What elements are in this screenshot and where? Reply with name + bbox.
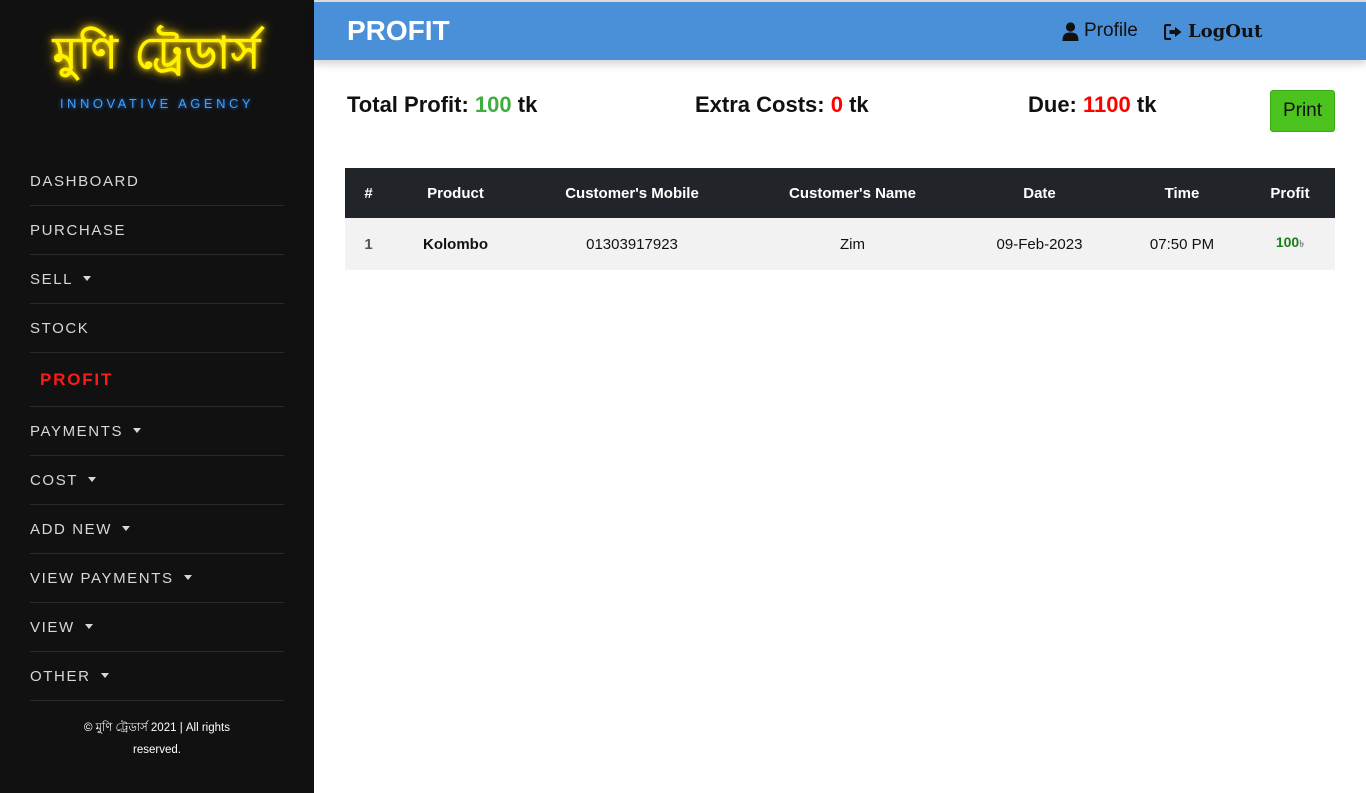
sidebar-item-label: VIEW [30,618,75,636]
row-time: 07:50 PM [1149,235,1215,253]
sidebar-item-other[interactable]: OTHER [30,652,284,701]
extra-costs-value: 0 [830,92,843,117]
sidebar-item-stock[interactable]: STOCK [30,304,284,353]
sidebar-item-label: OTHER [30,667,91,685]
unit-label: tk [849,92,869,117]
column-header: Product [427,184,484,202]
brand-logo[interactable]: মুণি ট্রেডার্স INNOVATIVE AGENCY [0,24,314,111]
total-profit-label: Total Profit: [347,92,469,117]
sidebar-item-label: SELL [30,270,74,288]
unit-label: tk [517,92,538,117]
print-button[interactable]: Print [1270,90,1335,132]
sidebar: মুণি ট্রেডার্স INNOVATIVE AGENCY DASHBOA… [0,0,314,793]
column-header: Customer's Mobile [565,184,699,202]
total-profit-value: 100 [474,92,512,117]
row-date: 09-Feb-2023 [996,235,1083,253]
sidebar-item-sell[interactable]: SELL [30,255,284,304]
sidebar-item-payments[interactable]: PAYMENTS [30,407,284,456]
brand-tagline: INNOVATIVE AGENCY [59,96,255,111]
row-profit-value: 100 [1275,234,1300,250]
sidebar-item-profit[interactable]: PROFIT [30,353,284,407]
footer-copyright: © মুণি ট্রেডার্স 2021 | All rights [84,722,230,734]
top-header: PROFIT Profile LogOut [314,0,1366,60]
row-customer-name: Zim [840,235,865,253]
sidebar-item-label: STOCK [30,319,90,337]
row-mobile: 01303917923 [586,235,678,253]
due-value: 1100 [1083,92,1131,117]
caret-down-icon [183,574,192,580]
sidebar-item-purchase[interactable]: PURCHASE [30,206,284,255]
caret-down-icon [84,623,93,629]
sign-out-icon [1164,23,1182,40]
sidebar-item-label: ADD NEW [30,520,113,538]
currency-symbol: ৳ [1299,239,1305,250]
sidebar-item-view-payments[interactable]: VIEW PAYMENTS [30,554,284,603]
unit-label: tk [1136,92,1157,117]
sidebar-item-label: PROFIT [40,369,114,389]
caret-down-icon [133,427,142,433]
logout-label: LogOut [1188,21,1263,42]
sidebar-item-label: COST [30,471,79,489]
table-row: 1 Kolombo 01303917923 Zim 09-Feb-2023 07… [345,218,1335,270]
column-header: # [364,184,373,202]
sidebar-footer: © মুণি ট্রেডার্স 2021 | All rights reser… [0,717,314,761]
row-profit: 100৳ [1245,218,1335,270]
sidebar-item-label: PURCHASE [30,221,127,239]
profile-label: Profile [1084,20,1138,41]
row-product: Kolombo [423,235,488,253]
caret-down-icon [83,275,92,281]
column-header: Date [1023,184,1056,202]
caret-down-icon [88,476,97,482]
brand-name: মুণি ট্রেডার্স [52,28,262,79]
caret-down-icon [100,672,109,678]
extra-costs-summary: Extra Costs: 0 tk [695,92,869,118]
due-summary: Due: 1100 tk [1028,92,1156,118]
logout-link[interactable]: LogOut [1164,21,1262,42]
sidebar-item-label: VIEW PAYMENTS [30,569,174,587]
column-header: Profit [1270,184,1310,202]
sidebar-item-view[interactable]: VIEW [30,603,284,652]
caret-down-icon [122,525,131,531]
page-title: PROFIT [347,15,450,46]
user-icon [1062,21,1079,41]
extra-costs-label: Extra Costs: [695,92,825,117]
profile-link[interactable]: Profile [1062,20,1138,42]
sidebar-item-cost[interactable]: COST [30,456,284,505]
sidebar-menu: DASHBOARD PURCHASE SELL STOCK PROFIT PAY… [30,157,284,701]
table-header-row: # Product Customer's Mobile Customer's N… [345,168,1335,218]
sidebar-item-dashboard[interactable]: DASHBOARD [30,157,284,206]
column-header: Customer's Name [789,184,916,202]
sidebar-item-label: DASHBOARD [30,172,140,190]
due-label: Due: [1028,92,1077,117]
total-profit-summary: Total Profit: 100 tk [347,92,537,118]
sidebar-item-add-new[interactable]: ADD NEW [30,505,284,554]
row-index: 1 [364,235,373,253]
footer-reserved: reserved. [133,744,181,756]
sidebar-item-label: PAYMENTS [30,422,124,440]
column-header: Time [1164,184,1200,202]
profit-table: # Product Customer's Mobile Customer's N… [345,168,1335,270]
